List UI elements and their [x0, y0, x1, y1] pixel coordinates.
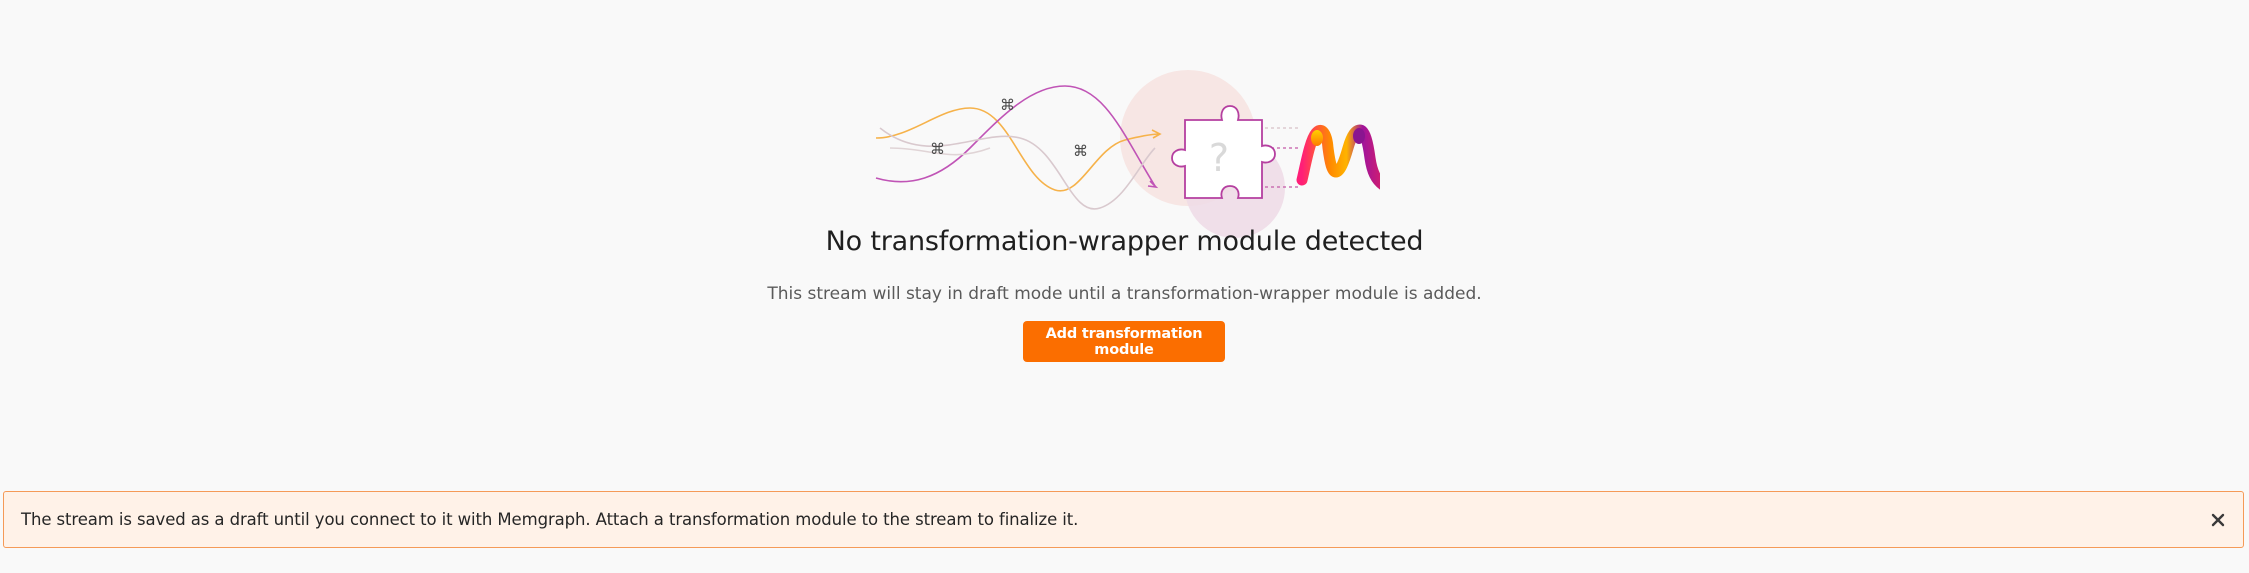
empty-state-description: This stream will stay in draft mode unti… [767, 284, 1482, 304]
add-transformation-module-button[interactable]: Add transformation module [1023, 321, 1225, 362]
flow-lines-icon [875, 85, 1162, 210]
close-icon[interactable] [2207, 509, 2229, 531]
draft-notice-banner: The stream is saved as a draft until you… [3, 491, 2244, 548]
svg-text:⌘: ⌘ [1073, 142, 1088, 160]
illustration: ⌘ ⌘ ⌘ ? [875, 70, 1380, 238]
memgraph-logo [1296, 124, 1380, 190]
svg-text:⌘: ⌘ [1000, 96, 1015, 114]
svg-text:⌘: ⌘ [930, 140, 945, 158]
notice-message: The stream is saved as a draft until you… [21, 510, 1079, 529]
command-key-icon: ⌘ ⌘ ⌘ [930, 96, 1088, 160]
empty-state: ⌘ ⌘ ⌘ ? No transformation-wrapper module… [0, 0, 2249, 480]
page-title: No transformation-wrapper module detecte… [825, 226, 1424, 257]
question-mark-icon: ? [1209, 136, 1229, 180]
